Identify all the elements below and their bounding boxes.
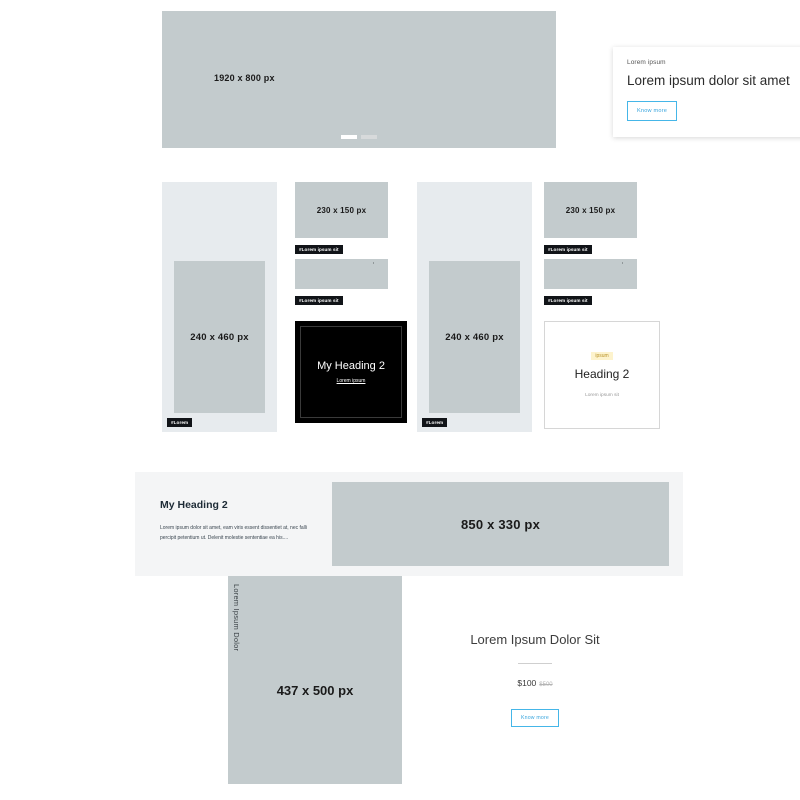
grid-column-b: 230 x 150 px #Lorem ipsum sit #Lorem ips…: [295, 182, 407, 423]
hero-image-label: 1920 x 800 px: [214, 73, 275, 83]
column-b-tag-1[interactable]: #Lorem ipsum sit: [295, 245, 343, 254]
grid-column-d: 230 x 150 px #Lorem ipsum sit #Lorem ips…: [544, 182, 660, 429]
strip-dot-icon: [372, 262, 374, 264]
product-old-price: $500: [539, 682, 553, 688]
product-info-block: Lorem Ipsum Dolor Sit $100 $500 Know more: [430, 632, 640, 727]
tall-panel-a: 240 x 460 px #Lorem: [162, 182, 277, 432]
product-divider: [518, 663, 552, 664]
column-b-tag-2[interactable]: #Lorem ipsum sit: [295, 296, 343, 305]
hero-card-title: Lorem ipsum dolor sit amet: [627, 73, 790, 88]
band-paragraph: Lorem ipsum dolor sit amet, eam viris es…: [160, 525, 308, 541]
panel-a-image: 240 x 460 px: [174, 261, 265, 413]
product-button-wrap: Know more: [430, 706, 640, 727]
column-b-strip-image: [295, 259, 388, 289]
panel-c-image: 240 x 460 px: [429, 261, 520, 413]
white-card-subtitle: Lorem ipsum sit: [585, 392, 619, 398]
white-card-title: Heading 2: [574, 367, 630, 382]
white-feature-card: ipsum Heading 2 Lorem ipsum sit: [544, 321, 660, 429]
product-know-more-button[interactable]: Know more: [510, 709, 560, 727]
hero-image-placeholder: 1920 x 800 px: [162, 11, 556, 148]
black-feature-card: My Heading 2 Lorem ipsum: [295, 321, 407, 423]
hero-card-kicker: Lorem ipsum: [627, 59, 666, 66]
column-b-top-image: 230 x 150 px: [295, 182, 388, 238]
hero-know-more-button[interactable]: Know more: [627, 101, 678, 121]
column-d-strip-image: [544, 259, 637, 289]
page-root: 1920 x 800 px Lorem ipsum Lorem ipsum do…: [0, 0, 800, 800]
black-card-title: My Heading 2: [317, 360, 385, 372]
carousel-dot-1[interactable]: [341, 135, 357, 139]
band-text-block: My Heading 2 Lorem ipsum dolor sit amet,…: [160, 499, 320, 544]
strip-dot-icon: [621, 262, 623, 264]
product-vertical-label: Lorem Ipsum Dolor: [232, 584, 241, 652]
product-title: Lorem Ipsum Dolor Sit: [470, 632, 600, 647]
white-card-kicker: ipsum: [591, 352, 613, 361]
column-d-tag-1[interactable]: #Lorem ipsum sit: [544, 245, 592, 254]
band-title: My Heading 2: [160, 499, 228, 511]
product-image-label: 437 x 500 px: [276, 683, 354, 698]
column-d-tag-2[interactable]: #Lorem ipsum sit: [544, 296, 592, 305]
grid-column-a: 240 x 460 px #Lorem: [162, 182, 277, 432]
card-grid-section: 240 x 460 px #Lorem 230 x 150 px #Lorem …: [162, 182, 670, 432]
column-d-top-image: 230 x 150 px: [544, 182, 637, 238]
hero-overlay-card: Lorem ipsum Lorem ipsum dolor sit amet K…: [613, 47, 800, 137]
hero-section: 1920 x 800 px Lorem ipsum Lorem ipsum do…: [162, 11, 800, 148]
product-price-row: $100 $500: [430, 678, 640, 688]
panel-c-tag[interactable]: #Lorem: [422, 418, 448, 427]
product-image-placeholder: Lorem Ipsum Dolor 437 x 500 px: [228, 576, 402, 784]
grid-column-c: 240 x 460 px #Lorem: [417, 182, 532, 432]
panel-a-tag[interactable]: #Lorem: [167, 418, 193, 427]
hero-carousel-pagination[interactable]: [341, 135, 377, 139]
product-current-price: $100: [517, 678, 537, 688]
band-image-placeholder: 850 x 330 px: [332, 482, 669, 566]
carousel-dot-2[interactable]: [361, 135, 377, 139]
feature-band-section: My Heading 2 Lorem ipsum dolor sit amet,…: [135, 472, 683, 576]
black-card-link[interactable]: Lorem ipsum: [337, 378, 366, 384]
tall-panel-c: 240 x 460 px #Lorem: [417, 182, 532, 432]
